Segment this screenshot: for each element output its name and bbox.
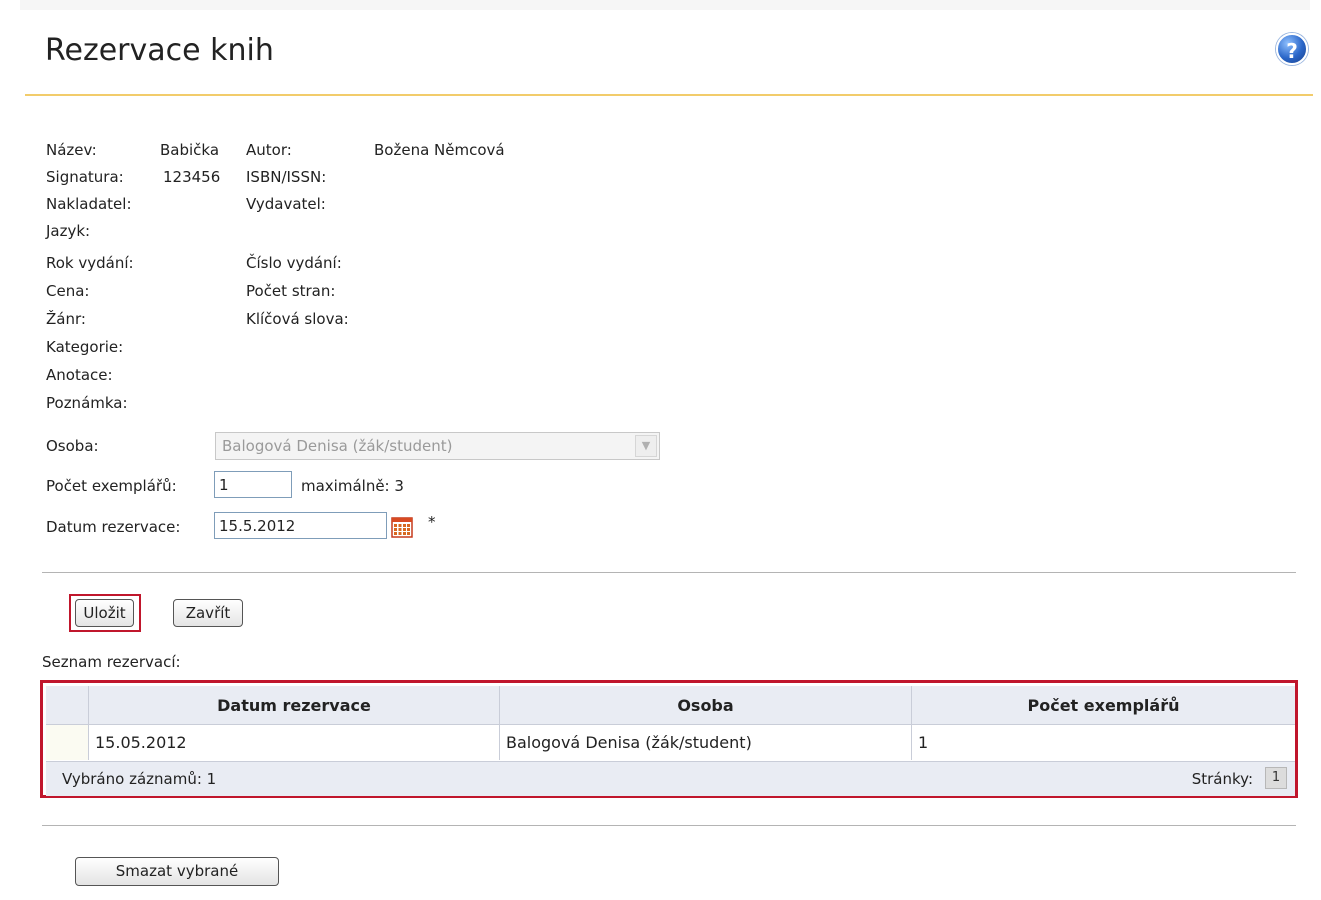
name-label: Název: bbox=[46, 141, 97, 159]
grid-header-row: Datum rezervace Osoba Počet exemplářů bbox=[46, 686, 1295, 725]
page-button-1[interactable]: 1 bbox=[1265, 767, 1287, 789]
date-input[interactable] bbox=[214, 512, 387, 539]
pages-count-label: Počet stran: bbox=[246, 282, 336, 300]
person-label: Osoba: bbox=[46, 437, 99, 455]
column-header-person[interactable]: Osoba bbox=[499, 686, 911, 724]
language-label: Jazyk: bbox=[46, 222, 91, 240]
cell-copies: 1 bbox=[911, 725, 1295, 760]
copies-input[interactable] bbox=[214, 471, 292, 498]
top-strip bbox=[20, 0, 1310, 10]
delete-selected-button[interactable]: Smazat vybrané bbox=[75, 857, 279, 886]
page-title: Rezervace knih bbox=[45, 33, 274, 68]
price-label: Cena: bbox=[46, 282, 90, 300]
date-label: Datum rezervace: bbox=[46, 518, 181, 536]
isbn-label: ISBN/ISSN: bbox=[246, 168, 327, 186]
person-select-value: Balogová Denisa (žák/student) bbox=[222, 437, 453, 455]
required-mark: * bbox=[428, 513, 436, 531]
column-header-date[interactable]: Datum rezervace bbox=[88, 686, 499, 724]
reservations-grid: Datum rezervace Osoba Počet exemplářů 15… bbox=[40, 680, 1298, 798]
author-label: Autor: bbox=[246, 141, 292, 159]
table-row[interactable]: 15.05.2012 Balogová Denisa (žák/student)… bbox=[46, 725, 1295, 760]
person-select[interactable]: Balogová Denisa (žák/student) ▼ bbox=[215, 432, 660, 460]
title-divider bbox=[25, 94, 1313, 96]
save-button[interactable]: Uložit bbox=[75, 599, 134, 627]
row-selector[interactable] bbox=[46, 725, 88, 760]
year-label: Rok vydání: bbox=[46, 254, 134, 272]
pages-label: Stránky: bbox=[1191, 770, 1253, 788]
genre-label: Žánr: bbox=[46, 310, 86, 328]
selected-count: Vybráno záznamů: 1 bbox=[62, 770, 217, 788]
chevron-down-icon[interactable]: ▼ bbox=[635, 435, 657, 457]
name-value: Babička bbox=[160, 141, 220, 159]
close-button[interactable]: Zavřít bbox=[173, 599, 243, 627]
note-label: Poznámka: bbox=[46, 394, 128, 412]
grid-divider bbox=[42, 825, 1296, 826]
author-value: Božena Němcová bbox=[374, 141, 505, 159]
cell-date: 15.05.2012 bbox=[88, 725, 499, 760]
cell-person: Balogová Denisa (žák/student) bbox=[499, 725, 911, 760]
select-column-header[interactable] bbox=[46, 686, 88, 724]
reservations-label: Seznam rezervací: bbox=[42, 653, 181, 671]
category-label: Kategorie: bbox=[46, 338, 124, 356]
help-icon[interactable]: ? bbox=[1276, 33, 1308, 65]
publisher-label: Nakladatel: bbox=[46, 195, 132, 213]
copies-max-note: maximálně: 3 bbox=[301, 477, 404, 495]
form-divider bbox=[42, 572, 1296, 573]
issuer-label: Vydavatel: bbox=[246, 195, 326, 213]
column-header-copies[interactable]: Počet exemplářů bbox=[911, 686, 1295, 724]
calendar-icon[interactable] bbox=[391, 516, 413, 538]
annotation-label: Anotace: bbox=[46, 366, 113, 384]
edition-label: Číslo vydání: bbox=[246, 254, 342, 272]
grid-footer: Vybráno záznamů: 1 Stránky: 1 bbox=[46, 761, 1295, 796]
keywords-label: Klíčová slova: bbox=[246, 310, 349, 328]
signature-label: Signatura: bbox=[46, 168, 124, 186]
copies-label: Počet exemplářů: bbox=[46, 477, 177, 495]
signature-value: 123456 bbox=[163, 168, 221, 186]
